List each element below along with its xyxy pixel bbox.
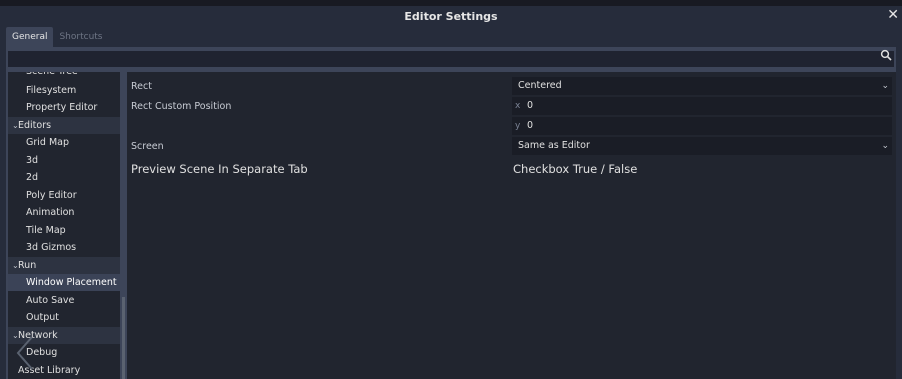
sidebar-item-label: Scene Tree [26, 72, 78, 80]
sidebar-item-output[interactable]: Output [8, 309, 120, 326]
rect-custom-position-y-field[interactable]: y 0 [512, 117, 892, 135]
search-icon[interactable] [880, 49, 892, 61]
sidebar-item-window-placement[interactable]: Window Placement [8, 274, 120, 291]
sidebar-item-label: 3d [26, 155, 39, 166]
search-input[interactable] [8, 51, 894, 67]
sidebar-item-label: Output [26, 312, 59, 323]
settings-panel: Scene Tree Filesystem Property Editor ⌄ … [6, 47, 896, 379]
sidebar-item-auto-save[interactable]: Auto Save [8, 292, 120, 309]
tab-shortcuts[interactable]: Shortcuts [53, 27, 108, 47]
rect-custom-position-x-field[interactable]: x 0 [512, 97, 892, 115]
sidebar-category-label: Run [18, 260, 37, 271]
sidebar-item-tile-map[interactable]: Tile Map [8, 222, 120, 239]
sidebar-item-filesystem[interactable]: Filesystem [8, 82, 120, 99]
title-bar: Editor Settings [0, 6, 902, 26]
screen-label: Screen [131, 141, 164, 152]
preview-scene-label: Preview Scene In Separate Tab [131, 162, 308, 176]
sidebar-item-label: Auto Save [26, 295, 75, 306]
sidebar-item-label: Poly Editor [26, 190, 77, 201]
tab-bar: General Shortcuts [6, 27, 109, 47]
sidebar-item-label: 3d Gizmos [26, 242, 77, 253]
sidebar-category-editors[interactable]: ⌄ Editors [8, 117, 120, 134]
rect-label: Rect [131, 81, 152, 92]
sidebar-item-3d[interactable]: 3d [8, 152, 120, 169]
chevron-left-icon[interactable] [14, 335, 36, 371]
chevron-down-icon: ⌄ [881, 81, 889, 91]
tab-general[interactable]: General [6, 27, 54, 47]
rect-custom-position-label: Rect Custom Position [131, 101, 232, 112]
sidebar-scrollbar[interactable] [122, 297, 125, 379]
x-axis-label: x [515, 101, 521, 111]
search-bar [6, 47, 896, 68]
preview-scene-checkbox[interactable]: Checkbox True / False [513, 162, 637, 176]
sidebar-item-label: Window Placement [26, 277, 117, 288]
sidebar-item-label: Filesystem [26, 85, 77, 96]
rect-value: Centered [518, 80, 562, 91]
sidebar-item-property-editor[interactable]: Property Editor [8, 99, 120, 116]
sidebar-item-grid-map[interactable]: Grid Map [8, 134, 120, 151]
y-axis-label: y [515, 121, 521, 131]
editor-settings-dialog: Editor Settings ✕ General Shortcuts Scen… [0, 6, 902, 379]
sidebar: Scene Tree Filesystem Property Editor ⌄ … [8, 72, 120, 379]
sidebar-item-poly-editor[interactable]: Poly Editor [8, 187, 120, 204]
x-value: 0 [527, 100, 534, 111]
rect-dropdown[interactable]: Centered ⌄ [512, 77, 892, 95]
sidebar-item-3d-gizmos[interactable]: 3d Gizmos [8, 239, 120, 256]
sidebar-item-2d[interactable]: 2d [8, 169, 120, 186]
sidebar-item-label: Grid Map [26, 137, 70, 148]
sidebar-item-label: Property Editor [26, 102, 98, 113]
sidebar-item-label: Animation [26, 207, 75, 218]
dialog-title: Editor Settings [404, 9, 498, 23]
screen-dropdown[interactable]: Same as Editor ⌄ [512, 137, 892, 155]
y-value: 0 [527, 120, 534, 131]
sidebar-item-animation[interactable]: Animation [8, 204, 120, 221]
close-icon[interactable]: ✕ [887, 7, 899, 23]
sidebar-item-label: Tile Map [26, 225, 66, 236]
sidebar-item-scene-tree[interactable]: Scene Tree [8, 72, 120, 80]
sidebar-item-label: 2d [26, 172, 39, 183]
chevron-down-icon: ⌄ [881, 141, 889, 151]
sidebar-category-label: Editors [18, 120, 52, 131]
settings-content: Rect Centered ⌄ Rect Custom Position x 0… [127, 72, 896, 379]
screen-value: Same as Editor [518, 140, 590, 151]
sidebar-category-run[interactable]: ⌄ Run [8, 257, 120, 274]
